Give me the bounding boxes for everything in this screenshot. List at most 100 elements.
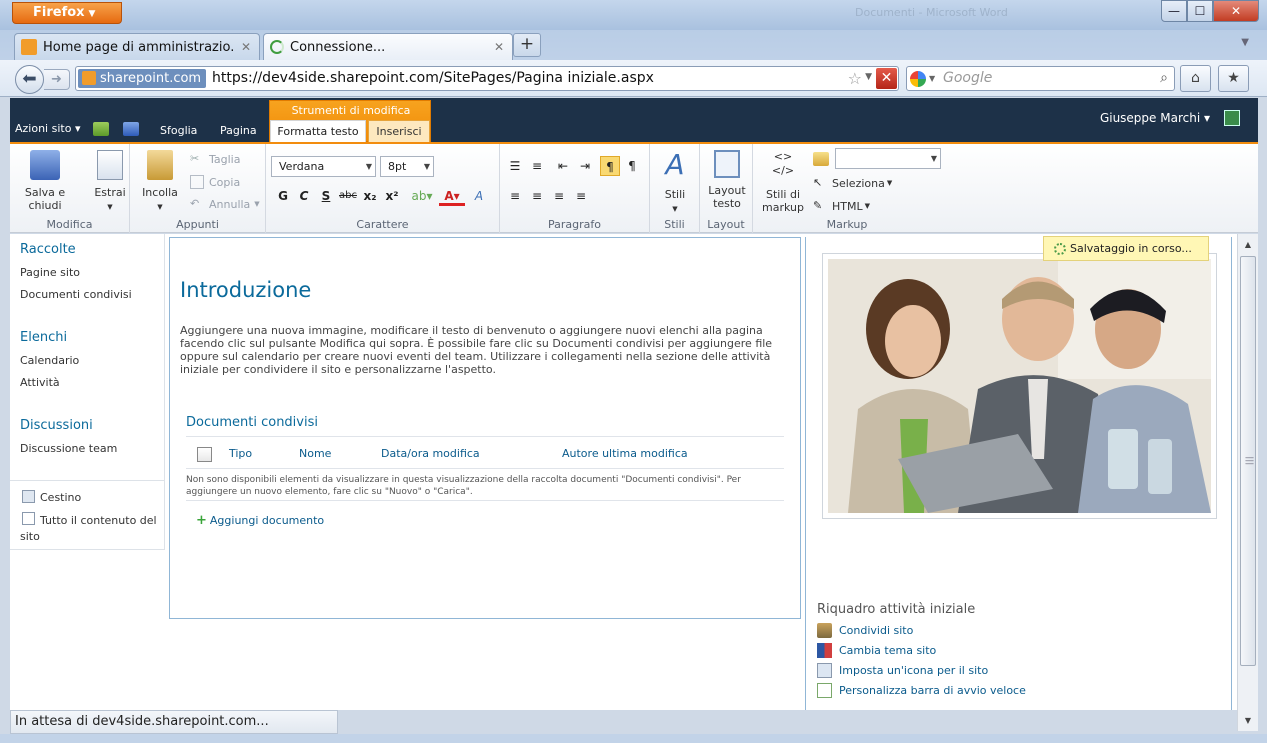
bookmarks-button[interactable]: ★: [1218, 65, 1249, 92]
url-bar[interactable]: sharepoint.com https://dev4side.sharepoi…: [75, 66, 899, 91]
bookmark-star-icon[interactable]: ☆: [848, 69, 862, 88]
home-button[interactable]: ⌂: [1180, 65, 1211, 92]
welcome-text[interactable]: Aggiungere una nuova immagine, modificar…: [180, 324, 792, 376]
tab-page[interactable]: Pagina: [220, 124, 257, 137]
decrease-indent-button[interactable]: ⇤: [553, 156, 573, 176]
check-out-button[interactable]: Estrai ▼: [90, 150, 130, 214]
tab-browse[interactable]: Sfoglia: [160, 124, 197, 137]
edit-page-icon[interactable]: [123, 122, 139, 136]
select-all-checkbox[interactable]: [197, 447, 212, 462]
html-button[interactable]: ✎ HTML ▼: [813, 199, 870, 213]
language-icon[interactable]: [813, 152, 829, 166]
text-layout-button[interactable]: Layout testo: [704, 150, 750, 210]
search-input[interactable]: Google: [943, 70, 992, 86]
align-right-button[interactable]: ≡: [549, 186, 569, 206]
add-document-link[interactable]: + Aggiungi documento: [196, 513, 324, 528]
scroll-down-icon[interactable]: ▼: [1238, 716, 1258, 725]
italic-button[interactable]: C: [294, 186, 314, 206]
tab-admin-home[interactable]: Home page di amministrazio... ✕: [14, 33, 260, 60]
change-theme-link[interactable]: Cambia tema sito: [817, 643, 936, 658]
new-tab-button[interactable]: +: [513, 33, 541, 57]
subscript-button[interactable]: x₂: [360, 186, 380, 206]
save-and-close-button[interactable]: Salva e chiudi: [15, 150, 75, 212]
user-status-icon[interactable]: [1224, 110, 1240, 126]
site-image[interactable]: [822, 253, 1217, 519]
site-identity-button[interactable]: sharepoint.com: [78, 69, 207, 88]
user-menu[interactable]: Giuseppe Marchi ▾: [1100, 111, 1210, 125]
nav-item-recycle-bin[interactable]: Cestino: [40, 491, 81, 504]
tab-format-text[interactable]: Formatta testo: [270, 120, 366, 143]
scroll-up-icon[interactable]: ▲: [1238, 240, 1258, 249]
url-text[interactable]: https://dev4side.sharepoint.com/SitePage…: [212, 70, 654, 86]
undo-button[interactable]: ↶ Annulla ▼: [190, 197, 260, 211]
font-size-select[interactable]: 8pt ▼: [380, 156, 434, 177]
nav-item-all-content[interactable]: Tutto il contenuto del sito: [20, 513, 160, 545]
copy-button[interactable]: Copia: [190, 175, 240, 189]
numbered-list-button[interactable]: ≡: [527, 156, 547, 176]
close-tab-icon[interactable]: ✕: [494, 40, 504, 54]
justify-button[interactable]: ≡: [571, 186, 591, 206]
navigate-up-icon[interactable]: [93, 122, 109, 136]
paste-button[interactable]: Incolla ▼: [138, 150, 182, 214]
share-site-link[interactable]: Condividi sito: [817, 623, 913, 638]
nav-heading-lists[interactable]: Elenchi: [20, 330, 67, 345]
group-paragrafo: ☰ ≡ ⇤ ⇥ ¶ ¶ ≡ ≡ ≡ ≡ Paragrafo: [500, 144, 650, 233]
font-color-button[interactable]: A▾: [439, 186, 465, 206]
nav-item-shared-documents[interactable]: Documenti condivisi: [20, 288, 132, 301]
firefox-menu-button[interactable]: Firefox ▼: [12, 2, 122, 24]
back-button[interactable]: ⬅: [15, 65, 44, 94]
window-titlebar: Firefox ▼ Documenti - Microsoft Word — ☐ …: [0, 0, 1267, 30]
nav-item-calendar[interactable]: Calendario: [20, 354, 79, 367]
styles-button[interactable]: A Stili ▼: [655, 150, 695, 216]
increase-indent-button[interactable]: ⇥: [575, 156, 595, 176]
select-button[interactable]: ↖ Seleziona ▼: [813, 176, 892, 190]
column-header-type[interactable]: Tipo: [229, 447, 252, 460]
page-scrollbar[interactable]: ▲ — — — ▼: [1237, 234, 1258, 731]
scissors-icon: ✂: [190, 152, 200, 165]
align-center-button[interactable]: ≡: [527, 186, 547, 206]
cut-button[interactable]: ✂ Taglia: [190, 152, 240, 166]
rtl-button[interactable]: ¶: [622, 156, 642, 176]
list-all-tabs-icon[interactable]: ▼: [1241, 37, 1249, 48]
rich-text-editor[interactable]: Introduzione Aggiungere una nuova immagi…: [169, 237, 801, 619]
google-engine-icon[interactable]: [910, 71, 926, 87]
strikethrough-button[interactable]: abc: [338, 186, 358, 206]
bold-button[interactable]: G: [273, 186, 293, 206]
search-icon[interactable]: ⌕: [1160, 70, 1168, 86]
page-title[interactable]: Introduzione: [180, 278, 311, 302]
close-button[interactable]: ✕: [1213, 0, 1259, 22]
doclib-title[interactable]: Documenti condivisi: [186, 415, 318, 430]
nav-heading-libraries[interactable]: Raccolte: [20, 242, 76, 257]
align-left-button[interactable]: ≡: [505, 186, 525, 206]
underline-button[interactable]: S: [316, 186, 336, 206]
ltr-button[interactable]: ¶: [600, 156, 620, 176]
close-tab-icon[interactable]: ✕: [241, 40, 251, 54]
maximize-button[interactable]: ☐: [1187, 0, 1213, 22]
column-header-modified-by[interactable]: Autore ultima modifica: [562, 447, 688, 460]
set-site-icon-link[interactable]: Imposta un'icona per il sito: [817, 663, 988, 678]
customize-quick-launch-link[interactable]: Personalizza barra di avvio veloce: [817, 683, 1026, 698]
minimize-button[interactable]: —: [1161, 0, 1187, 22]
forward-button[interactable]: ➜: [44, 69, 70, 90]
column-header-name[interactable]: Nome: [299, 447, 331, 460]
nav-heading-discussions[interactable]: Discussioni: [20, 418, 93, 433]
superscript-button[interactable]: x²: [382, 186, 402, 206]
language-select[interactable]: ▼: [835, 148, 941, 169]
scrollbar-thumb[interactable]: — — —: [1240, 256, 1256, 666]
chevron-down-icon[interactable]: ▼: [929, 74, 935, 83]
stop-loading-button[interactable]: ✕: [876, 68, 897, 89]
nav-item-team-discussion[interactable]: Discussione team: [20, 442, 117, 455]
history-dropdown-icon[interactable]: ▼: [865, 72, 872, 82]
column-header-modified[interactable]: Data/ora modifica: [381, 447, 480, 460]
nav-item-site-pages[interactable]: Pagine sito: [20, 266, 80, 279]
bulleted-list-button[interactable]: ☰: [505, 156, 525, 176]
search-bar[interactable]: ▼ Google ⌕: [906, 66, 1175, 91]
highlight-color-button[interactable]: ab▾: [408, 186, 436, 206]
clear-format-button[interactable]: A: [469, 186, 489, 206]
nav-item-tasks[interactable]: Attività: [20, 376, 60, 389]
tab-connessione[interactable]: Connessione... ✕: [263, 33, 513, 60]
markup-styles-button[interactable]: <> </> Stili di markup: [755, 150, 811, 214]
font-family-select[interactable]: Verdana ▼: [271, 156, 376, 177]
site-actions-menu[interactable]: Azioni sito ▾: [15, 122, 80, 135]
tab-insert[interactable]: Inserisci: [368, 120, 430, 143]
